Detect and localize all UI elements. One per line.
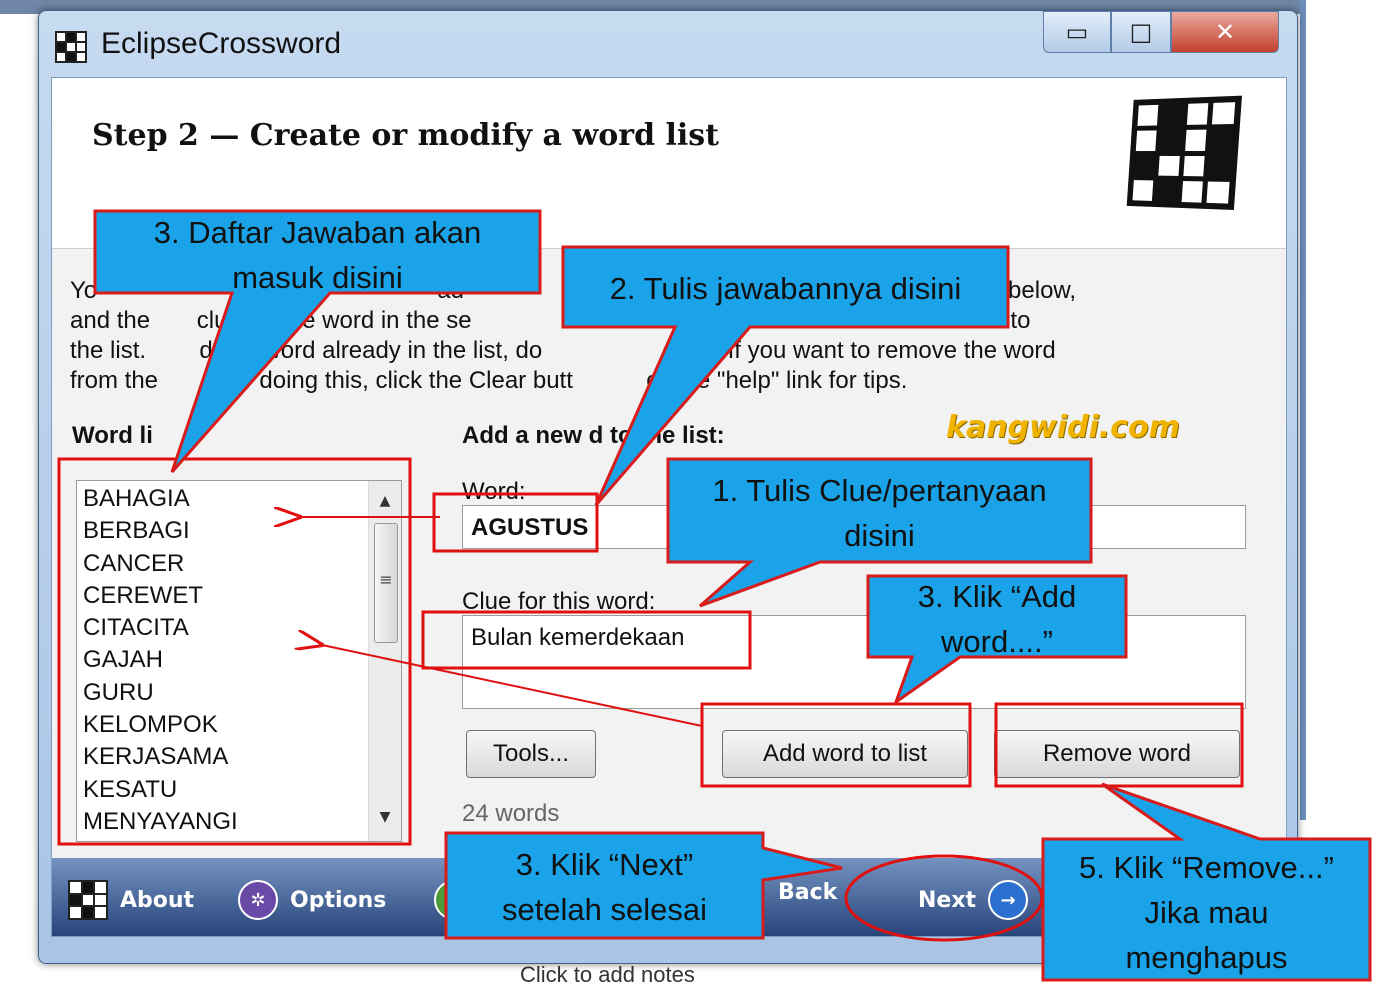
- scroll-grip-icon: ≡: [379, 570, 393, 589]
- callout-klik-add-text: 3. Klik “Add word....”: [917, 579, 1077, 659]
- clue-field[interactable]: Bulan kemerdekaan: [462, 615, 1246, 709]
- word-list: BAHAGIA BERBAGI CANCER CEREWET CITACITA …: [77, 481, 401, 838]
- list-item[interactable]: GURU: [83, 677, 401, 709]
- tools-button[interactable]: Tools...: [466, 730, 596, 778]
- back-label: Back: [778, 880, 838, 905]
- list-item[interactable]: BAHAGIA: [83, 483, 401, 515]
- crossword-logo-icon: [1126, 95, 1243, 211]
- options-icon: ✲: [238, 880, 278, 920]
- callout-klik-next-text: 3. Klik “Next” setelah selesai: [501, 847, 708, 927]
- list-item[interactable]: KERJASAMA: [83, 741, 401, 773]
- scroll-up-arrow-icon[interactable]: ▲: [369, 487, 401, 515]
- back-button[interactable]: Back: [778, 880, 837, 905]
- notes-placeholder: Click to add notes: [520, 962, 695, 987]
- minimize-button[interactable]: ▭: [1043, 11, 1111, 53]
- remove-word-button[interactable]: Remove word: [994, 730, 1240, 778]
- list-item[interactable]: BERBAGI: [83, 515, 401, 547]
- list-item[interactable]: CITACITA: [83, 612, 401, 644]
- step-title: Step 2 — Create or modify a word list: [92, 118, 720, 153]
- word-list-scrollbar[interactable]: ▲ ≡ ▼: [368, 481, 401, 841]
- options-button[interactable]: ✲ Options: [238, 880, 386, 920]
- window-controls: ▭ □ ✕: [1043, 11, 1279, 53]
- maximize-button[interactable]: □: [1111, 11, 1171, 53]
- background-edge: [1300, 0, 1306, 820]
- callout-tulis-clue-text: 1. Tulis Clue/pertanyaan disini: [712, 473, 1047, 553]
- next-arrow-icon: →: [988, 880, 1029, 920]
- background-right-area: [1300, 0, 1378, 987]
- callout-klik-remove-text: 5. Klik “Remove...” Jika mau menghapus: [1079, 850, 1334, 975]
- word-list-label: Word li: [72, 422, 153, 449]
- window-title: EclipseCrossword: [101, 27, 342, 60]
- about-icon: [68, 880, 108, 920]
- scroll-down-arrow-icon[interactable]: ▼: [369, 803, 401, 831]
- list-item[interactable]: KESATU: [83, 774, 401, 806]
- about-button[interactable]: About: [68, 880, 194, 920]
- word-list-box[interactable]: BAHAGIA BERBAGI CANCER CEREWET CITACITA …: [76, 480, 402, 842]
- list-item[interactable]: GAJAH: [83, 644, 401, 676]
- add-word-button[interactable]: Add word to list: [722, 730, 968, 778]
- list-item[interactable]: CEREWET: [83, 580, 401, 612]
- callout-daftar-text: 3. Daftar Jawaban akan masuk disini: [153, 215, 482, 295]
- clue-field-label: Clue for this word:: [462, 588, 656, 615]
- options-label: Options: [290, 887, 387, 913]
- list-item[interactable]: MENYAYANGI: [83, 806, 401, 838]
- scroll-thumb[interactable]: ≡: [374, 523, 398, 643]
- list-item[interactable]: CANCER: [83, 548, 401, 580]
- title-bar[interactable]: EclipseCrossword ▭ □ ✕: [39, 11, 1297, 77]
- app-grid-icon: [55, 31, 87, 63]
- close-button[interactable]: ✕: [1171, 11, 1279, 53]
- kangwidi-watermark: kangwidi.com: [946, 410, 1180, 445]
- next-button[interactable]: Next →: [918, 880, 1029, 920]
- list-item[interactable]: KELOMPOK: [83, 709, 401, 741]
- next-label: Next: [918, 887, 977, 913]
- word-count: 24 words: [462, 800, 560, 827]
- about-label: About: [120, 887, 195, 913]
- add-word-heading: Add a new d to the list:: [462, 422, 725, 449]
- callout-tulis-jawaban-text: 2. Tulis jawabannya disini: [609, 271, 962, 306]
- word-field-label: Word:: [462, 478, 526, 505]
